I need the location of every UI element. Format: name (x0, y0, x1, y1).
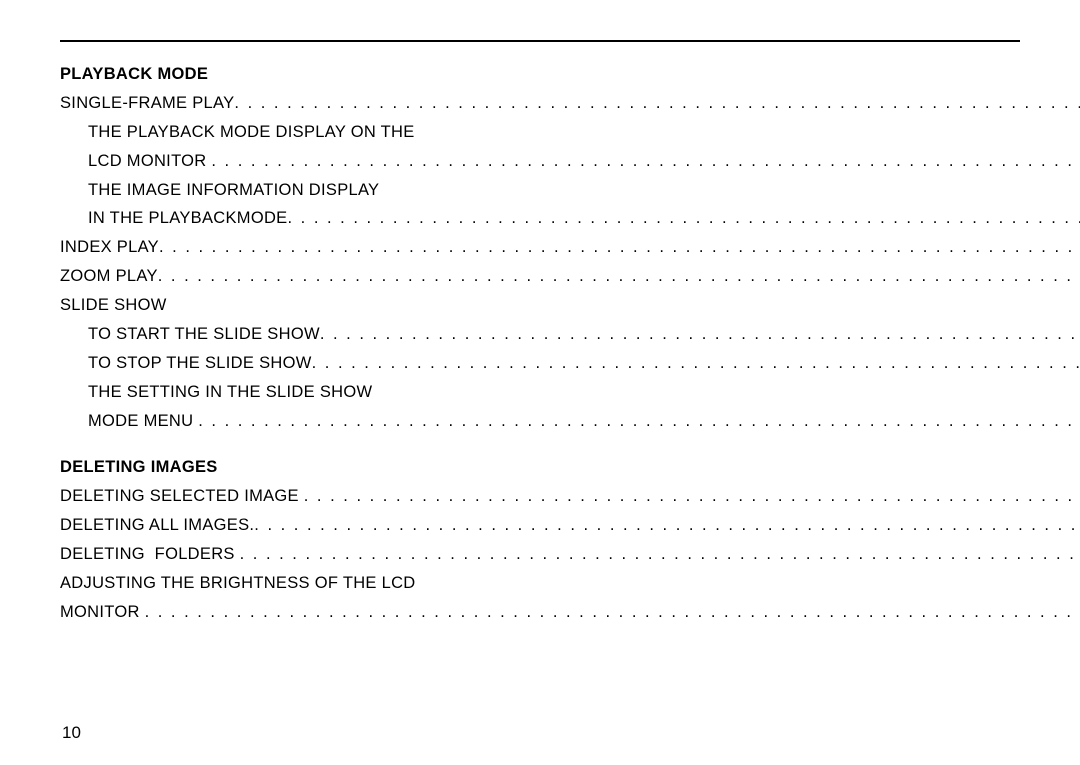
toc-leader-dots (234, 89, 1080, 118)
toc-entry-label: IN THE PLAYBACKMODE (88, 204, 287, 233)
toc-page: PLAYBACK MODESINGLE-FRAME PLAY 80THE PLA… (0, 0, 1080, 765)
toc-leader-dots (304, 482, 1080, 511)
toc-leader-dots (159, 233, 1080, 262)
toc-entry-label: SINGLE-FRAME PLAY (60, 89, 234, 118)
toc-entry-label: LCD MONITOR (88, 147, 211, 176)
toc-entry: DELETING SELECTED IMAGE 92 (60, 482, 1080, 511)
toc-leader-dots (254, 511, 1080, 540)
toc-entry: MODE MENU 89 (60, 407, 1080, 436)
toc-entry: DELETING FOLDERS 97 (60, 540, 1080, 569)
toc-leader-dots (198, 407, 1080, 436)
top-rule (60, 40, 1020, 42)
toc-entry-label: INDEX PLAY (60, 233, 159, 262)
spacer (60, 435, 1080, 453)
toc-entry-label: DELETING SELECTED IMAGE (60, 482, 304, 511)
toc-column-left: PLAYBACK MODESINGLE-FRAME PLAY 80THE PLA… (60, 60, 1080, 627)
toc-leader-dots (312, 349, 1080, 378)
toc-entry: ZOOM PLAY 85 (60, 262, 1080, 291)
toc-entry-text: SLIDE SHOW (60, 291, 1080, 320)
toc-leader-dots (145, 598, 1080, 627)
toc-entry: TO START THE SLIDE SHOW87 (60, 320, 1080, 349)
toc-entry-label: TO STOP THE SLIDE SHOW (88, 349, 312, 378)
toc-columns: PLAYBACK MODESINGLE-FRAME PLAY 80THE PLA… (60, 60, 1020, 627)
toc-entry-text: THE PLAYBACK MODE DISPLAY ON THE (60, 118, 1080, 147)
toc-entry-label: TO START THE SLIDE SHOW (88, 320, 320, 349)
toc-leader-dots (211, 147, 1080, 176)
toc-entry: SINGLE-FRAME PLAY 80 (60, 89, 1080, 118)
toc-leader-dots (158, 262, 1080, 291)
toc-entry-text: ADJUSTING THE BRIGHTNESS OF THE LCD (60, 569, 1080, 598)
toc-leader-dots (287, 204, 1080, 233)
toc-entry: TO STOP THE SLIDE SHOW88 (60, 349, 1080, 378)
toc-entry-label: DELETING ALL IMAGES. (60, 511, 254, 540)
toc-entry-label: DELETING FOLDERS (60, 540, 240, 569)
toc-entry-label: MODE MENU (88, 407, 198, 436)
toc-entry: IN THE PLAYBACKMODE82 (60, 204, 1080, 233)
toc-entry-label: MONITOR (60, 598, 145, 627)
toc-entry-text: THE IMAGE INFORMATION DISPLAY (60, 176, 1080, 205)
toc-entry: MONITOR 99 (60, 598, 1080, 627)
toc-entry-label: ZOOM PLAY (60, 262, 158, 291)
toc-entry: INDEX PLAY 83 (60, 233, 1080, 262)
toc-entry: LCD MONITOR 81 (60, 147, 1080, 176)
page-number: 10 (62, 723, 81, 743)
toc-entry: DELETING ALL IMAGES.95 (60, 511, 1080, 540)
toc-leader-dots (320, 320, 1080, 349)
toc-section-heading: PLAYBACK MODE (60, 60, 1080, 89)
toc-leader-dots (240, 540, 1080, 569)
toc-section-heading: DELETING IMAGES (60, 453, 1080, 482)
toc-entry-text: THE SETTING IN THE SLIDE SHOW (60, 378, 1080, 407)
